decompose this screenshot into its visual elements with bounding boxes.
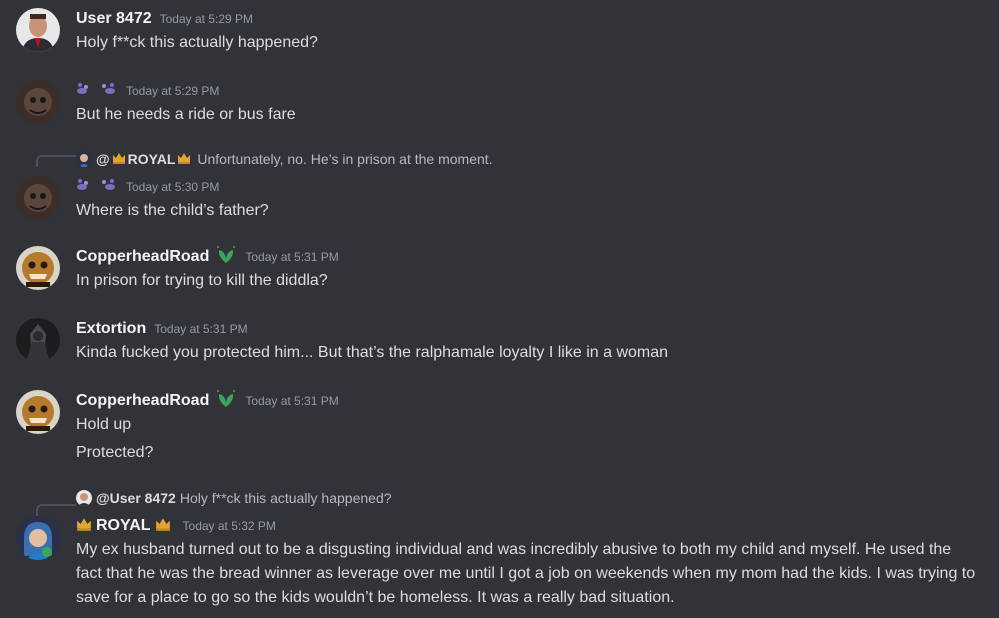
avatar [76, 151, 92, 167]
avatar[interactable] [16, 390, 60, 434]
reply-reference[interactable]: @ ROYAL Unfortunately, no. He’s in priso… [76, 150, 493, 168]
message-item: @User 8472 Holy f**ck this actually happ… [0, 480, 999, 618]
crown-icon [177, 151, 191, 167]
leaf-badge-icon [215, 245, 237, 270]
avatar [76, 490, 92, 506]
avatar[interactable] [16, 80, 60, 124]
paw-print-icon [100, 178, 118, 197]
avatar[interactable] [16, 8, 60, 52]
message-text: Hold up [76, 416, 132, 433]
reply-author: @User 8472 [96, 490, 176, 506]
reply-text: Unfortunately, no. He’s in prison at the… [197, 151, 493, 167]
chat-message-list: User 8472 Today at 5:29 PM Holy f**ck th… [0, 0, 999, 618]
reply-mention-prefix: @ [96, 151, 110, 167]
timestamp: Today at 5:32 PM [182, 519, 276, 533]
message-text: Where is the child’s father? [76, 202, 269, 219]
avatar[interactable] [16, 516, 60, 560]
username[interactable]: ROYAL [96, 517, 151, 535]
message-item: Extortion Today at 5:31 PM Kinda fucked … [0, 308, 999, 382]
reply-reference[interactable]: @User 8472 Holy f**ck this actually happ… [76, 489, 392, 507]
avatar[interactable] [16, 246, 60, 290]
timestamp: Today at 5:31 PM [154, 322, 248, 336]
message-text: Holy f**ck this actually happened? [76, 34, 318, 51]
message-text: In prison for trying to kill the diddla? [76, 272, 328, 289]
reply-text: Holy f**ck this actually happened? [179, 490, 392, 506]
reply-connector [36, 155, 76, 167]
avatar[interactable] [16, 176, 60, 220]
timestamp: Today at 5:31 PM [245, 394, 339, 408]
reply-author: ROYAL [127, 151, 176, 167]
message-text: My ex husband turned out to be a disgust… [76, 541, 976, 606]
crown-icon [155, 517, 171, 536]
message-text: Protected? [76, 444, 154, 461]
leaf-badge-icon [215, 389, 237, 414]
paw-print-icon [76, 178, 94, 197]
message-item: CopperheadRoad Today at 5:31 PM Hold up … [0, 380, 999, 470]
username[interactable]: User 8472 [76, 10, 152, 28]
timestamp: Today at 5:31 PM [245, 250, 339, 264]
paw-print-icon [76, 82, 94, 101]
crown-icon [112, 151, 126, 167]
message-item: CopperheadRoad Today at 5:31 PM In priso… [0, 236, 999, 306]
paw-print-icon [100, 82, 118, 101]
username[interactable]: Extortion [76, 320, 146, 338]
username[interactable]: CopperheadRoad [76, 248, 209, 266]
crown-icon [76, 517, 92, 536]
timestamp: Today at 5:30 PM [126, 180, 220, 194]
reply-connector [36, 504, 76, 516]
message-item: @ ROYAL Unfortunately, no. He’s in priso… [0, 140, 999, 230]
timestamp: Today at 5:29 PM [159, 12, 254, 26]
message-item: User 8472 Today at 5:29 PM Holy f**ck th… [0, 0, 999, 70]
message-item: Today at 5:29 PM But he needs a ride or … [0, 70, 999, 140]
avatar[interactable] [16, 318, 60, 362]
username[interactable]: CopperheadRoad [76, 392, 209, 410]
message-text: Kinda fucked you protected him... But th… [76, 344, 669, 361]
message-text: But he needs a ride or bus fare [76, 106, 296, 123]
timestamp: Today at 5:29 PM [126, 84, 220, 98]
